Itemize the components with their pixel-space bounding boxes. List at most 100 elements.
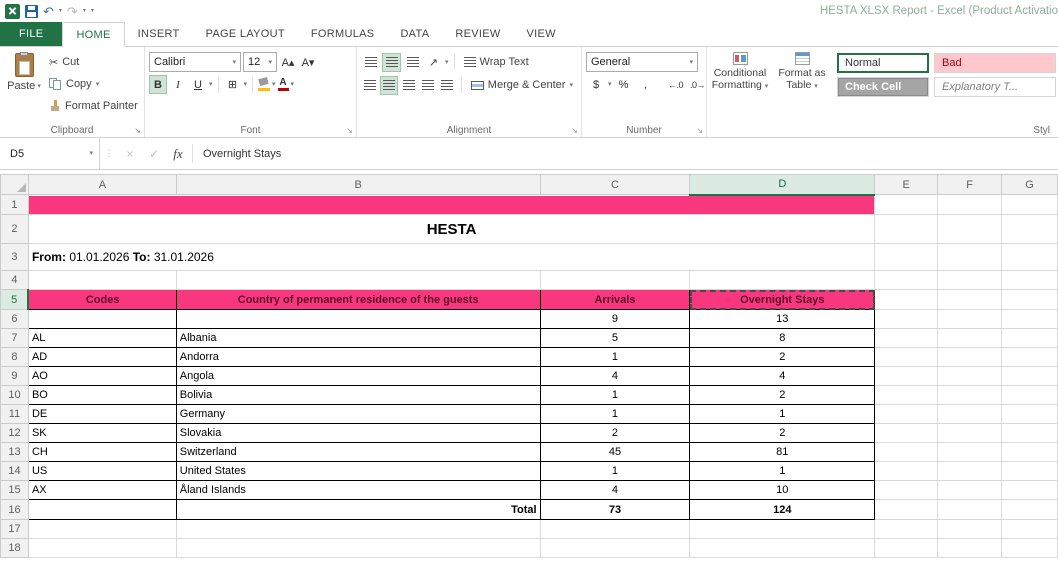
cell-E18[interactable] (875, 539, 938, 558)
cell-D9[interactable]: 4 (690, 367, 875, 386)
conditional-formatting-button[interactable]: Conditional Formatting ▾ (709, 49, 771, 97)
font-color-icon[interactable]: A (278, 78, 289, 91)
name-box-caret-icon[interactable]: ▾ (89, 150, 93, 157)
cell-C11[interactable]: 1 (540, 405, 690, 424)
cell-C7[interactable]: 5 (540, 329, 690, 348)
format-painter-button[interactable]: Format Painter (46, 96, 141, 116)
cell-F10[interactable] (938, 386, 1002, 405)
row-header-18[interactable]: 18 (1, 539, 29, 558)
cell-A18[interactable] (28, 539, 176, 558)
cell-F16[interactable] (938, 500, 1002, 520)
cell-B12[interactable]: Slovakia (176, 424, 540, 443)
tab-insert[interactable]: INSERT (125, 22, 193, 46)
cell-A17[interactable] (28, 520, 176, 539)
cell-E11[interactable] (875, 405, 938, 424)
decrease-indent-button[interactable] (419, 76, 436, 95)
cell-B8[interactable]: Andorra (176, 348, 540, 367)
tab-page-layout[interactable]: PAGE LAYOUT (193, 22, 298, 46)
cell-C15[interactable]: 4 (540, 481, 690, 500)
cell-G17[interactable] (1002, 520, 1058, 539)
row-header-6[interactable]: 6 (1, 310, 29, 329)
tab-home[interactable]: HOME (62, 22, 124, 47)
cell-G12[interactable] (1002, 424, 1058, 443)
row-header-9[interactable]: 9 (1, 367, 29, 386)
undo-button[interactable]: ↶ (43, 5, 54, 18)
align-center-button[interactable] (380, 76, 398, 95)
increase-indent-button[interactable] (439, 76, 456, 95)
cell-F15[interactable] (938, 481, 1002, 500)
cell-B6[interactable] (176, 310, 540, 329)
cell-B14[interactable]: United States (176, 462, 540, 481)
cell-B9[interactable]: Angola (176, 367, 540, 386)
caret-down-icon[interactable]: ▾ (445, 59, 449, 66)
cancel-button[interactable]: × (118, 138, 142, 169)
wrap-text-button[interactable]: Wrap Text (460, 52, 533, 72)
cell-F14[interactable] (938, 462, 1002, 481)
tab-data[interactable]: DATA (387, 22, 442, 46)
format-as-table-button[interactable]: Format as Table ▾ (771, 49, 833, 97)
cell-A4[interactable] (28, 271, 176, 290)
cell-E7[interactable] (875, 329, 938, 348)
cell-A13[interactable]: CH (28, 443, 176, 462)
cell-F6[interactable] (938, 310, 1002, 329)
undo-caret-icon[interactable]: ▾ (59, 8, 62, 14)
align-right-button[interactable] (400, 76, 417, 95)
accounting-format-button[interactable]: $ (586, 75, 606, 94)
cell-G11[interactable] (1002, 405, 1058, 424)
cell-G15[interactable] (1002, 481, 1058, 500)
cell-D12[interactable]: 2 (690, 424, 875, 443)
row-header-17[interactable]: 17 (1, 520, 29, 539)
cell-A5[interactable]: Codes (28, 290, 176, 310)
cell-A11[interactable]: DE (28, 405, 176, 424)
cell-A7[interactable]: AL (28, 329, 176, 348)
row-header-4[interactable]: 4 (1, 271, 29, 290)
column-header-G[interactable]: G (1002, 175, 1058, 195)
cell-E9[interactable] (875, 367, 938, 386)
insert-function-button[interactable]: fx (166, 138, 190, 169)
font-size-select[interactable]: 12 ▾ (243, 52, 277, 72)
cell-C4[interactable] (540, 271, 690, 290)
align-left-button[interactable] (361, 76, 378, 95)
cell-E10[interactable] (875, 386, 938, 405)
select-all-corner[interactable] (1, 175, 29, 195)
cell-D13[interactable]: 81 (690, 443, 875, 462)
cell-F3[interactable] (938, 244, 1002, 271)
cell-E12[interactable] (875, 424, 938, 443)
cell-G7[interactable] (1002, 329, 1058, 348)
cell-C13[interactable]: 45 (540, 443, 690, 462)
cell-A12[interactable]: SK (28, 424, 176, 443)
cell-D15[interactable]: 10 (690, 481, 875, 500)
cell-E4[interactable] (875, 271, 938, 290)
increase-decimal-button[interactable]: ←.0 (666, 75, 686, 94)
cell-C16[interactable]: 73 (540, 500, 690, 520)
cell-E16[interactable] (875, 500, 938, 520)
cell-style-bad[interactable]: Bad (934, 53, 1056, 73)
paste-button[interactable]: Paste ▾ (2, 49, 46, 116)
row-header-14[interactable]: 14 (1, 462, 29, 481)
align-middle-button[interactable] (382, 53, 401, 72)
cell-F17[interactable] (938, 520, 1002, 539)
column-header-B[interactable]: B (176, 175, 540, 195)
cell-C12[interactable]: 2 (540, 424, 690, 443)
tab-formulas[interactable]: FORMULAS (298, 22, 388, 46)
cell-C18[interactable] (540, 539, 690, 558)
cell-G9[interactable] (1002, 367, 1058, 386)
cell-D8[interactable]: 2 (690, 348, 875, 367)
cell-G14[interactable] (1002, 462, 1058, 481)
cell-B13[interactable]: Switzerland (176, 443, 540, 462)
increase-font-button[interactable]: A▴ (279, 53, 297, 72)
formula-bar-handle[interactable]: ⋮ (100, 138, 118, 169)
cell-D14[interactable]: 1 (690, 462, 875, 481)
row-header-11[interactable]: 11 (1, 405, 29, 424)
row-header-12[interactable]: 12 (1, 424, 29, 443)
row-header-8[interactable]: 8 (1, 348, 29, 367)
row-header-10[interactable]: 10 (1, 386, 29, 405)
cell-A10[interactable]: BO (28, 386, 176, 405)
cell-F7[interactable] (938, 329, 1002, 348)
cell-C17[interactable] (540, 520, 690, 539)
cell-C6[interactable]: 9 (540, 310, 690, 329)
cell-F11[interactable] (938, 405, 1002, 424)
cell-G4[interactable] (1002, 271, 1058, 290)
cell-style-check[interactable]: Check Cell (837, 77, 929, 97)
cell-F1[interactable] (938, 195, 1002, 215)
